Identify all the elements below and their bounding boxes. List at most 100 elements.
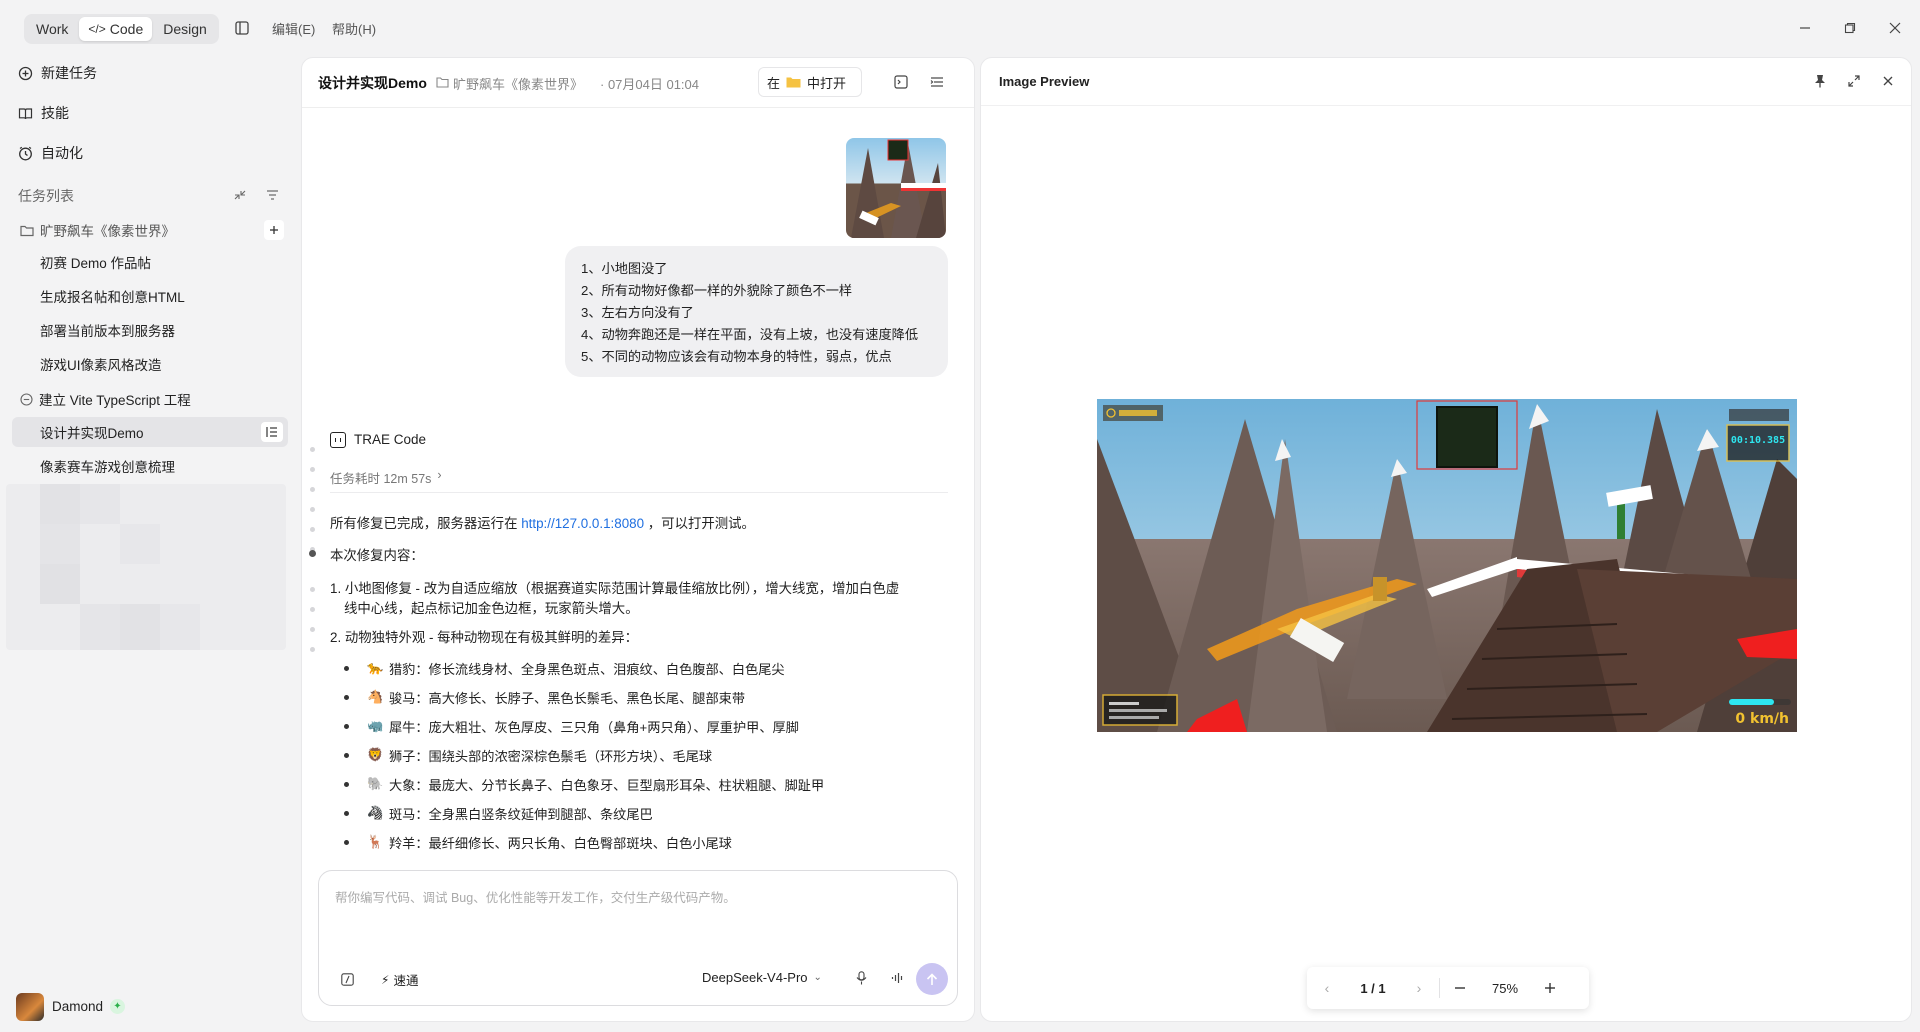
task-item[interactable]: 像素赛车游戏创意梳理 (12, 451, 288, 481)
blurred-content (6, 484, 286, 650)
divider (981, 105, 1911, 106)
add-task-icon[interactable] (264, 220, 284, 240)
preview-title: Image Preview (999, 74, 1090, 89)
timeline-dot (310, 587, 315, 592)
preview-image: 00:10.385 0 km/h (1097, 399, 1797, 732)
nav-skills-label: 技能 (41, 105, 69, 121)
task-item[interactable]: 部署当前版本到服务器 (12, 315, 288, 345)
user-message-line: 5、不同的动物应该会有动物本身的特性，弱点，优点 (581, 349, 892, 364)
response-intro-suffix: ，可以打开测试。 (647, 516, 755, 531)
subgroup-label: 建立 Vite TypeScript 工程 (39, 393, 191, 408)
open-in-button[interactable]: 在 中打开 (758, 67, 862, 97)
timeline-dot (310, 527, 315, 532)
server-link[interactable]: http://127.0.0.1:8080 (521, 516, 644, 531)
book-icon (18, 107, 33, 119)
zoom-in-icon[interactable] (1530, 967, 1570, 1009)
task-detail-icon[interactable] (261, 422, 283, 442)
animal-text: 狮子：围绕头部的浓密深棕色鬃毛（环形方块）、毛尾球 (389, 748, 713, 764)
timeline-dot-active (309, 550, 316, 557)
animal-text: 犀牛：庞大粗壮、灰色厚皮、三只角（鼻角+两只角）、厚重护甲、厚脚 (389, 719, 799, 735)
subgroup-row[interactable]: 建立 Vite TypeScript 工程 (20, 386, 191, 412)
nav-new-task[interactable]: 新建任务 (18, 59, 97, 87)
restore-icon[interactable] (1838, 16, 1862, 40)
task-item[interactable]: 生成报名帖和创意HTML (12, 281, 288, 311)
attachment-thumbnail[interactable] (846, 138, 946, 238)
task-label: 设计并实现Demo (40, 426, 144, 441)
response-intro-text: 所有修复已完成，服务器运行在 (330, 516, 518, 531)
close-preview-icon[interactable] (1877, 70, 1899, 92)
animal-text: 骏马：高大修长、长脖子、黑色长鬃毛、黑色长尾、腿部束带 (389, 690, 746, 706)
response-intro: 所有修复已完成，服务器运行在 http://127.0.0.1:8080 ，可以… (330, 514, 950, 534)
task-label: 像素赛车游戏创意梳理 (40, 460, 175, 475)
zoom-toolbar: ‹ 1 / 1 › 75% (1307, 967, 1589, 1009)
user-message-line: 3、左右方向没有了 (581, 305, 694, 320)
microphone-icon[interactable] (853, 970, 869, 986)
mode-design-label: Design (163, 21, 207, 37)
model-selector[interactable]: DeepSeek-V4-Pro ⌄ (702, 970, 822, 985)
sidebar-toggle-icon[interactable] (232, 18, 252, 38)
plan-badge-icon: ✦ (110, 999, 125, 1014)
menu-edit[interactable]: 编辑(E) (272, 19, 315, 38)
filter-icon[interactable] (264, 187, 280, 203)
zoom-out-icon[interactable] (1440, 967, 1480, 1009)
hud-speed: 0 km/h (1735, 711, 1789, 727)
timeline-dot (310, 447, 315, 452)
task-label: 部署当前版本到服务器 (40, 324, 175, 339)
sidebar: 新建任务 技能 自动化 任务列表 旷野飙车《像素世界》 初赛 Demo 作品帖 … (0, 56, 300, 1032)
project-name: 旷野飙车《像素世界》 (40, 224, 175, 239)
folder-yellow-icon (786, 77, 801, 88)
open-in-suffix: 中打开 (807, 75, 847, 91)
minimize-icon[interactable] (1793, 16, 1817, 40)
task-item[interactable]: 游戏UI像素风格改造 (12, 349, 288, 379)
outline-icon[interactable] (928, 73, 946, 91)
chevron-down-icon: ⌄ (813, 972, 822, 983)
slash-command-icon[interactable] (339, 971, 355, 987)
timeline-dot (310, 507, 315, 512)
task-item-active[interactable]: 设计并实现Demo (12, 417, 288, 447)
agent-name: TRAE Code (354, 432, 427, 447)
send-button[interactable] (916, 963, 948, 995)
page-indicator: 1 / 1 (1360, 980, 1386, 996)
list-item: 🦓 斑马：全身黑白竖条纹延伸到腿部、条纹尾巴 (344, 803, 653, 823)
timeline-dot (310, 607, 315, 612)
mode-work-button[interactable]: Work (27, 17, 77, 41)
mode-code-button[interactable]: </> Code (79, 17, 153, 41)
folder-icon (20, 225, 34, 236)
task-item[interactable]: 初赛 Demo 作品帖 (12, 247, 288, 277)
add-circle-icon (18, 66, 33, 80)
nav-skills[interactable]: 技能 (18, 99, 69, 127)
speed-mode-button[interactable]: ⚡ 速通 (381, 970, 418, 989)
prev-page-icon[interactable]: ‹ (1307, 967, 1347, 1009)
terminal-icon[interactable] (892, 73, 910, 91)
user-message-line: 4、动物奔跑还是一样在平面，没有上坡，也没有速度降低 (581, 327, 919, 342)
menu-help[interactable]: 帮助(H) (332, 19, 376, 38)
rhino-icon: 🦏 (367, 718, 384, 733)
chat-timestamp: · 07月04日 01:04 (600, 77, 700, 92)
close-window-icon[interactable] (1883, 16, 1907, 40)
lion-icon: 🦁 (367, 747, 384, 762)
speed-mode-label: 速通 (393, 974, 419, 988)
task-label: 游戏UI像素风格改造 (40, 358, 162, 373)
preview-panel: Image Preview 00:10.385 0 km/h ‹ 1 / 1 ›… (980, 57, 1912, 1022)
user-name: Damond (52, 999, 104, 1014)
game-scene: 00:10.385 0 km/h (1097, 399, 1797, 732)
task-label: 生成报名帖和创意HTML (40, 290, 185, 305)
list-item: 🦌 羚羊：最纤细修长、两只长角、白色臀部斑块、白色小尾球 (344, 832, 732, 852)
collapse-all-icon[interactable] (232, 187, 248, 203)
mode-design-button[interactable]: Design (154, 17, 216, 41)
fix-item-1: 1. 小地图修复 - 改为自适应缩放（根据赛道实际范围计算最佳缩放比例），增大线… (330, 581, 900, 596)
nav-automation[interactable]: 自动化 (18, 139, 83, 167)
timeline-dot (310, 647, 315, 652)
title-bar: Work </> Code Design 编辑(E) 帮助(H) (0, 0, 1920, 56)
next-page-icon[interactable]: › (1399, 967, 1439, 1009)
task-duration-toggle[interactable]: 任务耗时 12m 57s › (330, 468, 442, 487)
pin-icon[interactable] (1809, 70, 1831, 92)
project-group[interactable]: 旷野飙车《像素世界》 (20, 217, 175, 243)
voice-wave-icon[interactable] (889, 970, 905, 986)
chat-input[interactable]: 帮你编写代码、调试 Bug、优化性能等开发工作，交付生产级代码产物。 (335, 887, 736, 906)
avatar[interactable] (16, 993, 44, 1021)
nav-new-task-label: 新建任务 (41, 65, 97, 81)
timeline-dot (310, 467, 315, 472)
expand-icon[interactable] (1843, 70, 1865, 92)
animal-text: 大象：最庞大、分节长鼻子、白色象牙、巨型扇形耳朵、柱状粗腿、脚趾甲 (389, 777, 825, 793)
